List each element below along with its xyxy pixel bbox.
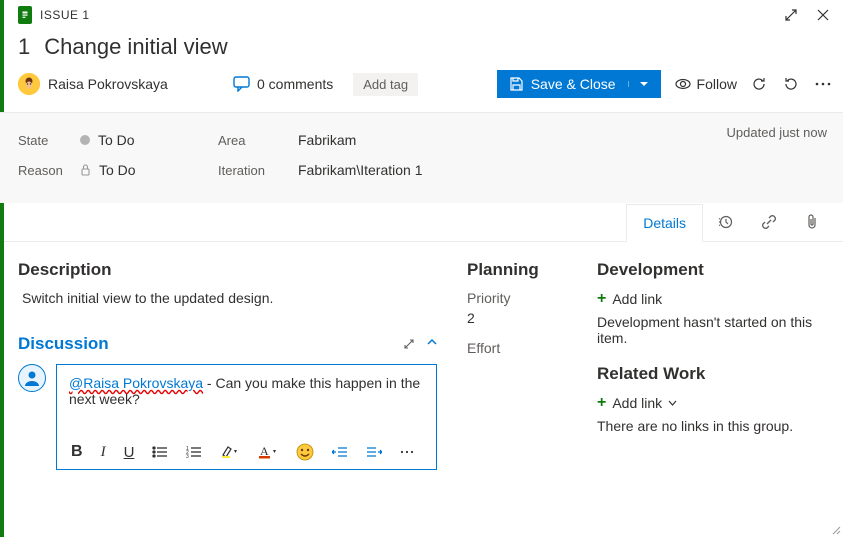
comments-button[interactable]: 0 comments [233,76,333,92]
description-body[interactable]: Switch initial view to the updated desig… [18,290,437,306]
state-value: To Do [98,132,135,148]
discussion-expand-icon[interactable] [403,338,415,350]
svg-text:3: 3 [186,454,189,459]
close-icon[interactable] [815,7,831,23]
avatar [18,73,40,95]
plus-icon: + [597,290,606,308]
reason-value: To Do [99,162,136,178]
resize-handle-icon[interactable] [829,523,841,535]
follow-label: Follow [697,76,737,92]
discussion-editor[interactable]: @Raisa Pokrovskaya - Can you make this h… [56,364,437,470]
issue-type-label: ISSUE 1 [40,8,90,22]
related-help: There are no links in this group. [597,418,827,434]
mention[interactable]: @Raisa Pokrovskaya [69,375,203,391]
revert-icon[interactable] [783,76,799,92]
lock-icon [80,164,91,176]
reason-field[interactable]: To Do [80,162,136,178]
bullet-list-button[interactable] [152,445,168,459]
more-icon[interactable] [815,76,831,92]
tab-attachments-icon[interactable] [791,203,833,241]
indent-button[interactable] [366,446,382,458]
area-label: Area [218,133,298,148]
number-list-button[interactable]: 123 [186,445,202,459]
development-help: Development hasn't started on this item. [597,314,827,346]
toolbar-more-button[interactable] [400,450,414,454]
discussion-collapse-icon[interactable] [427,338,437,350]
state-dot-icon [80,135,90,145]
state-label: State [18,133,80,148]
tab-details[interactable]: Details [626,204,703,242]
assignee-name: Raisa Pokrovskaya [48,76,168,92]
planning-heading: Planning [467,260,567,280]
effort-label: Effort [467,340,567,356]
issue-id: 1 [18,34,30,60]
priority-label: Priority [467,290,567,306]
save-close-button[interactable]: Save & Close [497,70,661,98]
issue-type-icon [18,6,32,24]
outdent-button[interactable] [332,446,348,458]
related-add-link[interactable]: + Add link [597,394,827,412]
area-value[interactable]: Fabrikam [298,132,356,148]
bold-button[interactable]: B [71,443,83,461]
font-color-button[interactable]: A [258,445,278,459]
discussion-avatar [18,364,46,392]
highlight-button[interactable] [220,445,240,459]
iteration-label: Iteration [218,163,298,178]
plus-icon: + [597,394,606,412]
add-link-label: Add link [612,291,662,307]
reason-label: Reason [18,163,80,178]
updated-text: Updated just now [727,125,827,140]
assignee-field[interactable]: Raisa Pokrovskaya [18,73,233,95]
save-label: Save & Close [531,76,616,92]
underline-button[interactable]: U [124,444,135,461]
add-tag-button[interactable]: Add tag [353,73,418,96]
follow-button[interactable]: Follow [675,76,737,92]
development-add-link[interactable]: + Add link [597,290,827,308]
chevron-down-icon [668,400,677,406]
discussion-heading: Discussion [18,334,109,354]
italic-button[interactable]: I [101,444,106,461]
tab-links-icon[interactable] [747,203,791,241]
priority-value[interactable]: 2 [467,310,567,326]
tab-history-icon[interactable] [703,203,747,241]
refresh-icon[interactable] [751,76,767,92]
state-field[interactable]: To Do [80,132,135,148]
save-dropdown-icon[interactable] [628,81,649,87]
expand-icon[interactable] [783,7,799,23]
development-heading: Development [597,260,827,280]
comments-label: 0 comments [257,76,333,92]
issue-title[interactable]: Change initial view [44,34,227,60]
emoji-button[interactable] [296,443,314,461]
description-heading: Description [18,260,437,280]
iteration-value[interactable]: Fabrikam\Iteration 1 [298,162,423,178]
add-link-label: Add link [612,395,662,411]
related-heading: Related Work [597,364,827,384]
